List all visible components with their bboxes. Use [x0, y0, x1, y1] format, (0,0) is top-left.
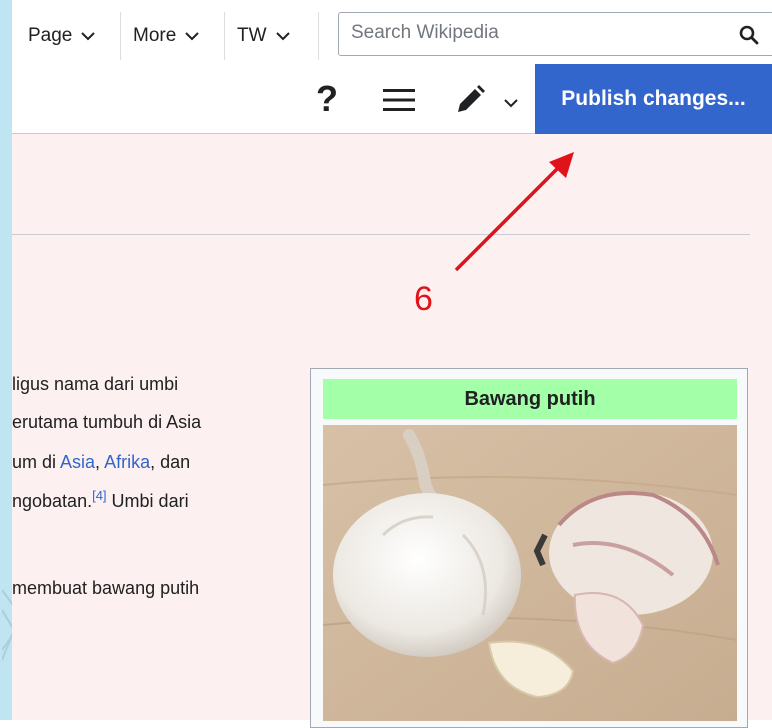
link-asia[interactable]: Asia: [60, 452, 95, 472]
hamburger-menu-icon[interactable]: [383, 88, 415, 112]
publish-changes-button[interactable]: Publish changes...: [535, 64, 772, 134]
pencil-icon[interactable]: [454, 84, 486, 116]
search-input[interactable]: Search Wikipedia: [338, 12, 772, 56]
tab-page-label: Page: [28, 25, 73, 46]
reference-link[interactable]: [4]: [92, 488, 106, 503]
chevron-down-icon: [275, 32, 290, 41]
text-fragment: um di: [12, 452, 61, 472]
chevron-down-icon: [81, 32, 96, 41]
article-text-line: ngobatan.[4] Umbi dari: [12, 488, 189, 512]
article-content: ligus nama dari umbi erutama tumbuh di A…: [12, 134, 772, 728]
garlic-photo[interactable]: [323, 425, 737, 721]
chevron-down-icon: [185, 32, 200, 41]
article-text-line: ligus nama dari umbi: [12, 374, 179, 394]
tab-more[interactable]: More: [133, 12, 200, 60]
article-text-line: um di Asia, Afrika, dan: [12, 452, 190, 473]
tab-page[interactable]: Page: [28, 12, 96, 60]
tab-divider: [318, 12, 319, 60]
search-placeholder: Search Wikipedia: [351, 22, 499, 43]
tab-more-label: More: [133, 25, 177, 46]
top-bar: Page More TW Search Wikipedia: [12, 0, 772, 64]
link-afrika[interactable]: Afrika: [104, 452, 150, 472]
article-text-line: membuat bawang putih: [12, 578, 200, 598]
text-fragment: ,: [95, 452, 105, 472]
heading-divider: [12, 234, 750, 235]
help-button[interactable]: ?: [316, 78, 338, 120]
tab-tw-label: TW: [237, 25, 267, 46]
text-fragment: Umbi dari: [106, 491, 189, 511]
tab-divider: [224, 12, 225, 60]
search-icon[interactable]: [739, 25, 759, 45]
infobox-title: Bawang putih: [323, 379, 737, 419]
chevron-down-icon[interactable]: [502, 96, 520, 110]
annotation-step-number: 6: [414, 280, 433, 318]
article-text-line: erutama tumbuh di Asia: [12, 412, 202, 432]
tab-tw[interactable]: TW: [237, 12, 291, 60]
tab-divider: [120, 12, 121, 60]
left-edge-band: [0, 0, 26, 720]
text-fragment: , dan: [150, 452, 191, 472]
editor-toolbar: ? Publish changes...: [12, 64, 772, 134]
text-fragment: ngobatan.: [12, 491, 93, 511]
infobox: Bawang putih: [310, 368, 748, 728]
